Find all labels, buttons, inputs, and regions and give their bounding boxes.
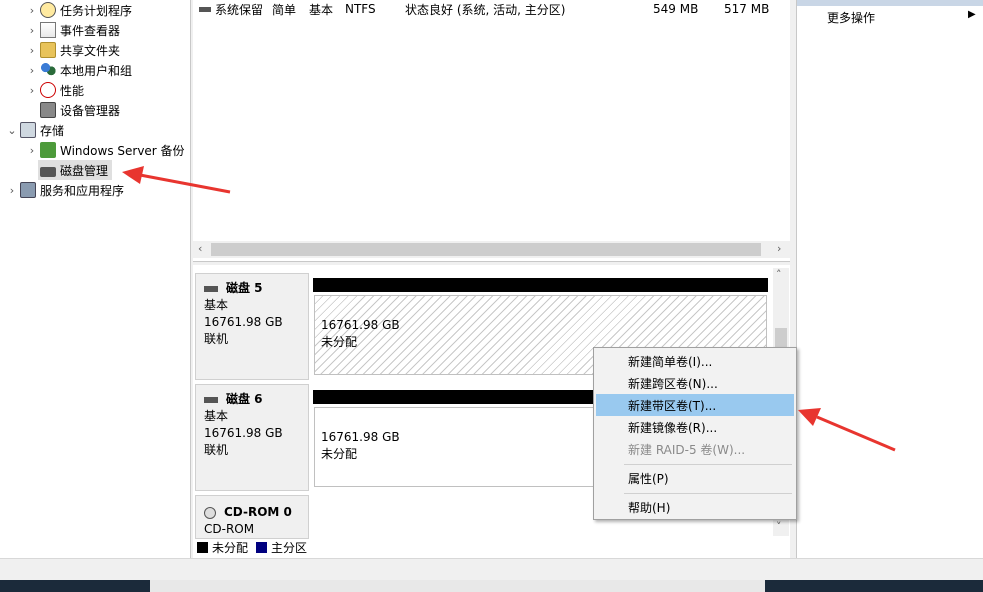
menu-new-raid5-volume: 新建 RAID-5 卷(W)... <box>628 442 746 457</box>
disk-name: 磁盘 6 <box>226 392 263 406</box>
disk-state: 联机 <box>204 443 229 457</box>
tree-item-label: 磁盘管理 <box>60 163 109 178</box>
disk-icon <box>204 396 218 403</box>
chevron-right-icon[interactable]: › <box>26 64 38 77</box>
scrollbar-thumb[interactable] <box>211 243 761 256</box>
context-menu: 新建简单卷(I)... 新建跨区卷(N)... 新建带区卷(T)... 新建镜像… <box>593 347 797 520</box>
tree-item-event-viewer[interactable]: › 事件查看器 <box>26 20 120 40</box>
volume-filesystem: NTFS <box>345 2 376 16</box>
volume-status: 状态良好 (系统, 活动, 主分区) <box>405 2 566 17</box>
partition-header-bar <box>313 278 768 292</box>
status-bar <box>0 558 983 580</box>
storage-icon <box>20 122 36 138</box>
services-icon <box>20 182 36 198</box>
tree-item-label: Windows Server 备份 <box>60 143 185 158</box>
scroll-left-icon[interactable]: ‹ <box>198 242 202 255</box>
disk-management-window: › 任务计划程序 › 事件查看器 › 共享文件夹 › 本地用户和组 › 性能 设… <box>0 0 983 592</box>
actions-header <box>797 0 983 6</box>
disk-name: CD-ROM 0 <box>224 505 292 519</box>
menu-new-mirrored-volume[interactable]: 新建镜像卷(R)... <box>596 416 794 438</box>
chevron-right-icon[interactable]: › <box>26 144 38 157</box>
chevron-right-icon[interactable]: › <box>26 44 38 57</box>
disk-label-cd-rom-0[interactable]: CD-ROM 0 CD-ROM <box>195 495 309 539</box>
actions-pane: 更多操作 ▶ <box>796 0 983 558</box>
triangle-right-icon[interactable]: ▶ <box>968 9 976 20</box>
scroll-up-icon[interactable]: ˄ <box>776 268 782 281</box>
tree-item-label: 服务和应用程序 <box>40 183 125 198</box>
tree-item-label: 存储 <box>40 123 65 138</box>
volume-free-space: 517 MB <box>724 2 770 16</box>
tree-item-device-manager[interactable]: 设备管理器 <box>38 100 120 120</box>
tree-item-label: 设备管理器 <box>60 103 121 118</box>
volume-name: 系统保留 <box>215 2 264 17</box>
volume-list: 系统保留 简单 基本 NTFS 状态良好 (系统, 活动, 主分区) 549 M… <box>193 0 790 262</box>
volume-icon <box>199 6 211 12</box>
menu-new-striped-volume[interactable]: 新建带区卷(T)... <box>596 394 794 416</box>
chevron-right-icon[interactable]: › <box>26 24 38 37</box>
tree-item-services-and-applications[interactable]: › 服务和应用程序 <box>6 180 124 200</box>
cd-rom-icon <box>204 506 216 519</box>
annotation-arrow-striped-volume <box>798 408 896 452</box>
legend-primary: 主分区 <box>271 540 308 555</box>
event-viewer-icon <box>40 22 56 38</box>
device-manager-icon <box>40 102 56 118</box>
chevron-right-icon[interactable]: › <box>6 184 18 197</box>
tree-item-shared-folders[interactable]: › 共享文件夹 <box>26 40 120 60</box>
disk-icon <box>204 285 218 292</box>
disk-label-disk-5[interactable]: 磁盘 5 基本 16761.98 GB 联机 <box>195 273 309 380</box>
disk-type: 基本 <box>204 298 229 312</box>
chevron-right-icon[interactable]: › <box>26 84 38 97</box>
disk-size: 16761.98 GB <box>204 315 283 329</box>
menu-separator <box>624 493 792 494</box>
scroll-right-icon[interactable]: › <box>777 242 781 255</box>
legend: 未分配 主分区 <box>197 538 307 556</box>
unallocated-swatch <box>197 541 208 553</box>
taskbar-window[interactable] <box>150 580 765 592</box>
volume-capacity: 549 MB <box>653 2 699 16</box>
annotation-arrow-disk-management <box>122 166 231 194</box>
performance-icon <box>40 82 56 98</box>
tree-item-performance[interactable]: › 性能 <box>26 80 84 100</box>
legend-unallocated: 未分配 <box>212 540 249 555</box>
menu-help[interactable]: 帮助(H) <box>596 496 794 518</box>
tree-item-disk-management[interactable]: 磁盘管理 <box>38 160 113 180</box>
disk-management-icon <box>40 166 56 177</box>
backup-icon <box>40 142 56 158</box>
disk-label-disk-6[interactable]: 磁盘 6 基本 16761.98 GB 联机 <box>195 384 309 491</box>
tree-item-label: 共享文件夹 <box>60 43 121 58</box>
tree-item-local-users[interactable]: › 本地用户和组 <box>26 60 132 80</box>
volume-type: 基本 <box>309 2 334 17</box>
tree-item-label: 本地用户和组 <box>60 63 133 78</box>
primary-partition-swatch <box>256 541 268 553</box>
partition-size: 16761.98 GB <box>321 318 400 332</box>
tree-item-task-scheduler[interactable]: › 任务计划程序 <box>26 0 132 20</box>
disk-name: 磁盘 5 <box>226 281 263 295</box>
volume-row[interactable]: 系统保留 <box>199 0 263 18</box>
disk-type: 基本 <box>204 409 229 423</box>
horizontal-scrollbar[interactable]: ‹ › <box>193 241 790 258</box>
users-icon <box>40 62 56 78</box>
tree-item-label: 性能 <box>60 83 85 98</box>
taskbar <box>0 580 983 592</box>
navigation-tree: › 任务计划程序 › 事件查看器 › 共享文件夹 › 本地用户和组 › 性能 设… <box>0 0 191 558</box>
menu-new-simple-volume[interactable]: 新建简单卷(I)... <box>596 350 794 372</box>
disk-state: 联机 <box>204 332 229 346</box>
menu-separator <box>624 464 792 465</box>
tree-item-storage[interactable]: ⌄ 存储 <box>6 120 64 140</box>
menu-properties[interactable]: 属性(P) <box>596 467 794 489</box>
scroll-down-icon[interactable]: ˅ <box>776 520 782 533</box>
disk-type: CD-ROM <box>204 522 255 536</box>
more-actions-link[interactable]: 更多操作 <box>827 9 875 26</box>
chevron-right-icon[interactable]: › <box>26 4 38 17</box>
chevron-down-icon[interactable]: ⌄ <box>6 124 18 137</box>
tree-item-label: 事件查看器 <box>60 23 121 38</box>
disk-size: 16761.98 GB <box>204 426 283 440</box>
menu-new-spanned-volume[interactable]: 新建跨区卷(N)... <box>596 372 794 394</box>
tree-item-windows-server-backup[interactable]: › Windows Server 备份 <box>26 140 185 160</box>
clock-icon <box>40 2 56 18</box>
volume-layout: 简单 <box>272 2 297 17</box>
tree-item-label: 任务计划程序 <box>60 3 133 18</box>
shared-folder-icon <box>40 42 56 58</box>
